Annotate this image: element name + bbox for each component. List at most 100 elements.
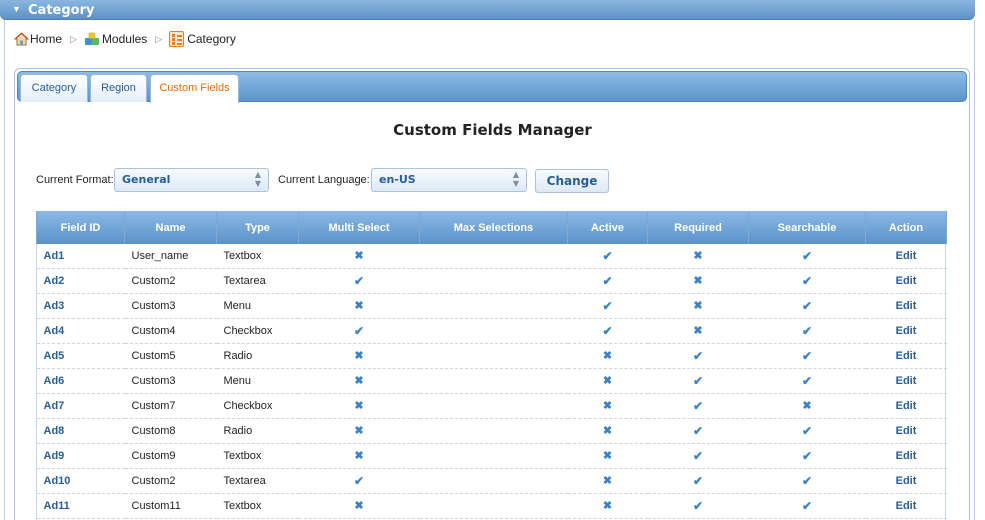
field-name: Custom3 [124, 368, 217, 394]
field-name: User_name [124, 244, 217, 269]
breadcrumb-modules[interactable]: Modules [84, 32, 147, 46]
edit-link[interactable]: Edit [865, 318, 947, 344]
current-format-select[interactable]: General ▲ ▼ [114, 168, 269, 192]
max-selections-cell [419, 244, 568, 269]
field-id-link[interactable]: Ad4 [36, 318, 125, 344]
field-type: Menu [216, 368, 299, 394]
tab-custom-fields[interactable]: Custom Fields [150, 74, 239, 103]
edit-link[interactable]: Edit [865, 443, 947, 469]
multi-select-cell: ✖ [298, 343, 420, 369]
check-icon: ✔ [692, 423, 704, 438]
check-icon: ✔ [801, 498, 813, 513]
field-name: Custom2 [124, 268, 217, 294]
column-header-field-id[interactable]: Field ID [36, 211, 125, 244]
field-id-link[interactable]: Ad3 [36, 293, 125, 319]
field-name: Custom4 [124, 318, 217, 344]
column-header-type[interactable]: Type [216, 211, 299, 244]
field-type: Textbox [216, 443, 299, 469]
edit-link[interactable]: Edit [865, 493, 947, 519]
field-name: Custom5 [124, 343, 217, 369]
select-arrows-icon: ▲ ▼ [512, 170, 519, 188]
multi-select-cell: ✖ [298, 368, 420, 394]
cross-icon: ✖ [693, 250, 703, 263]
cross-icon: ✖ [602, 475, 613, 487]
check-icon: ✔ [692, 373, 704, 388]
searchable-cell: ✔ [748, 343, 866, 369]
field-id-link[interactable]: Ad9 [36, 443, 125, 469]
field-name: Custom11 [124, 493, 217, 519]
check-icon: ✔ [692, 498, 704, 513]
column-header-active[interactable]: Active [567, 211, 648, 244]
cross-icon: ✖ [354, 300, 364, 312]
check-icon: ✔ [801, 348, 813, 363]
field-type: Radio [216, 418, 299, 444]
cross-icon: ✖ [602, 450, 613, 462]
cross-icon: ✖ [602, 375, 613, 387]
edit-link[interactable]: Edit [865, 343, 947, 369]
column-header-multi-select[interactable]: Multi Select [298, 211, 420, 244]
edit-link[interactable]: Edit [865, 293, 947, 319]
column-header-searchable[interactable]: Searchable [748, 211, 866, 244]
field-id-link[interactable]: Ad11 [36, 493, 125, 519]
cross-icon: ✖ [354, 250, 364, 263]
required-cell: ✔ [647, 393, 749, 419]
check-icon: ✔ [801, 273, 813, 288]
edit-link[interactable]: Edit [865, 268, 947, 294]
change-button[interactable]: Change [535, 169, 609, 193]
field-id-link[interactable]: Ad5 [36, 343, 125, 369]
home-icon [14, 32, 29, 46]
edit-link[interactable]: Edit [865, 244, 947, 269]
check-icon: ✔ [801, 298, 813, 313]
select-arrows-icon: ▲ ▼ [254, 170, 261, 188]
searchable-cell: ✔ [748, 493, 866, 519]
cross-icon: ✖ [693, 300, 703, 312]
max-selections-cell [419, 468, 568, 494]
field-type: Menu [216, 293, 299, 319]
active-cell: ✔ [567, 268, 648, 294]
edit-link[interactable]: Edit [865, 393, 947, 419]
max-selections-cell [419, 293, 568, 319]
breadcrumb-home[interactable]: Home [14, 32, 62, 46]
field-id-link[interactable]: Ad8 [36, 418, 125, 444]
cross-icon: ✖ [693, 275, 703, 287]
active-cell: ✖ [567, 368, 648, 394]
breadcrumb-modules-label[interactable]: Modules [102, 32, 147, 46]
check-icon: ✔ [801, 373, 813, 388]
tab-category[interactable]: Category [20, 74, 88, 102]
max-selections-cell [419, 343, 568, 369]
check-icon: ✔ [801, 473, 813, 488]
column-header-name[interactable]: Name [124, 211, 217, 244]
column-header-required[interactable]: Required [647, 211, 749, 244]
check-icon: ✔ [692, 473, 704, 488]
required-cell: ✖ [647, 318, 749, 344]
table-row: Ad5 Custom5 Radio ✖ ✖ ✔ ✔ Edit [36, 343, 947, 369]
cross-icon: ✖ [602, 400, 613, 412]
edit-link[interactable]: Edit [865, 468, 947, 494]
panel-title: Category [28, 3, 95, 18]
current-language-select[interactable]: en-US ▲ ▼ [371, 168, 527, 192]
tab-region[interactable]: Region [90, 74, 147, 102]
edit-link[interactable]: Edit [865, 368, 947, 394]
field-id-link[interactable]: Ad10 [36, 468, 125, 494]
searchable-cell: ✖ [748, 393, 866, 419]
table-row: Ad2 Custom2 Textarea ✔ ✔ ✖ ✔ Edit [36, 268, 947, 294]
edit-link[interactable]: Edit [865, 418, 947, 444]
collapse-triangle-icon[interactable]: ▼ [12, 4, 21, 14]
field-type: Checkbox [216, 393, 299, 419]
cross-icon: ✖ [354, 425, 364, 437]
field-id-link[interactable]: Ad1 [36, 244, 125, 269]
required-cell: ✔ [647, 418, 749, 444]
cross-icon: ✖ [354, 400, 364, 412]
field-id-link[interactable]: Ad6 [36, 368, 125, 394]
panel-header[interactable]: ▼ Category [0, 0, 975, 20]
breadcrumb-home-label[interactable]: Home [30, 32, 62, 46]
check-icon: ✔ [801, 248, 813, 263]
field-id-link[interactable]: Ad2 [36, 268, 125, 294]
field-id-link[interactable]: Ad7 [36, 393, 125, 419]
required-cell: ✔ [647, 493, 749, 519]
active-cell: ✖ [567, 443, 648, 469]
column-header-max-selections[interactable]: Max Selections [419, 211, 568, 244]
active-cell: ✖ [567, 343, 648, 369]
max-selections-cell [419, 368, 568, 394]
searchable-cell: ✔ [748, 318, 866, 344]
